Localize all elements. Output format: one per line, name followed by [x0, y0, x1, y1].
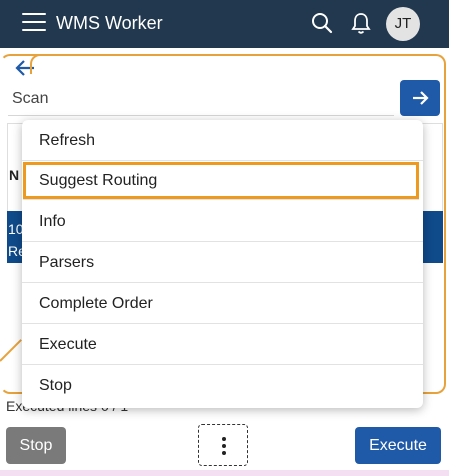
scan-submit-button[interactable] [400, 80, 440, 116]
more-options-button[interactable] [198, 424, 248, 466]
hamburger-menu-icon[interactable] [22, 13, 46, 33]
stop-button[interactable]: Stop [6, 427, 66, 464]
dot [222, 437, 226, 441]
menu-item-info[interactable]: Info [22, 201, 423, 242]
menu-item-refresh[interactable]: Refresh [22, 120, 423, 161]
column-header: N [9, 167, 20, 183]
app-title: WMS Worker [56, 13, 163, 33]
menu-item-complete-order[interactable]: Complete Order [22, 283, 423, 324]
menu-item-stop[interactable]: Stop [22, 365, 423, 406]
tour-highlight-connector [0, 339, 22, 362]
tour-highlight-corner [30, 54, 50, 74]
menu-item-execute[interactable]: Execute [22, 324, 423, 365]
menu-item-suggest-routing[interactable]: Suggest Routing [23, 162, 419, 200]
user-avatar[interactable]: JT [386, 7, 420, 41]
context-menu: Refresh Suggest Routing Info Parsers Com… [22, 120, 423, 408]
bell-icon[interactable] [348, 10, 374, 36]
scan-input[interactable] [8, 82, 394, 116]
arrow-right-icon [413, 91, 429, 105]
dot [222, 451, 226, 455]
app-header: WMS Worker JT [0, 0, 449, 48]
menu-item-parsers[interactable]: Parsers [22, 242, 423, 283]
bottom-strip [0, 470, 449, 476]
execute-button[interactable]: Execute [355, 427, 441, 464]
dot [222, 444, 226, 448]
search-icon[interactable] [309, 10, 335, 36]
